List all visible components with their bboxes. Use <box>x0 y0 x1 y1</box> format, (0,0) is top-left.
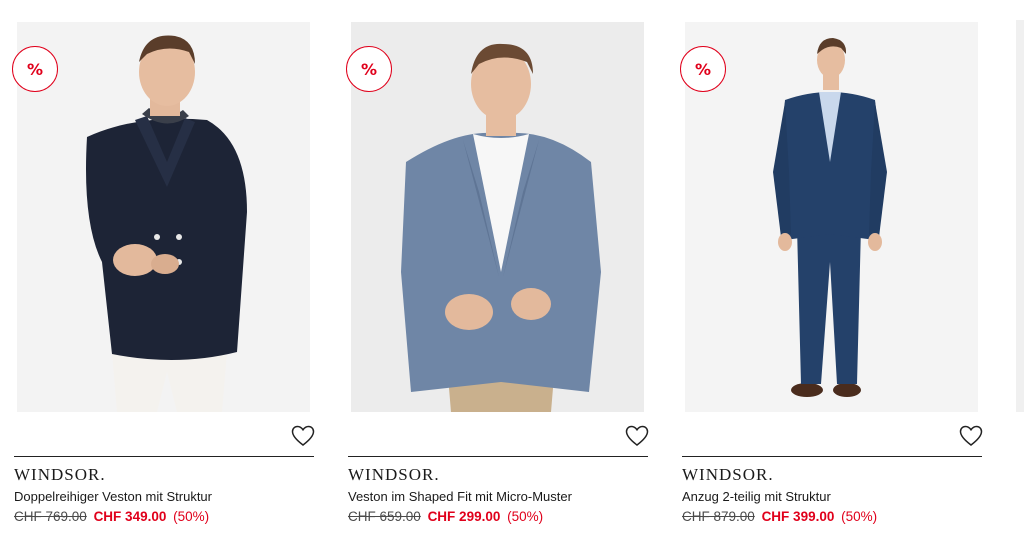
product-name[interactable]: Doppelreihiger Veston mit Struktur <box>14 489 212 504</box>
model-photo <box>401 43 601 412</box>
sale-badge[interactable]: % <box>680 46 726 92</box>
original-price: CHF 659.00 <box>348 509 421 524</box>
original-price: CHF 879.00 <box>682 509 755 524</box>
model-photo <box>773 38 887 397</box>
heart-outline-icon[interactable] <box>622 422 652 450</box>
heart-outline-icon[interactable] <box>956 422 986 450</box>
sale-price: CHF 399.00 <box>761 509 835 524</box>
divider <box>14 456 314 457</box>
divider <box>348 456 648 457</box>
brand-name[interactable]: WINDSOR. <box>682 465 774 485</box>
product-name[interactable]: Veston im Shaped Fit mit Micro-Muster <box>348 489 572 504</box>
next-card-edge <box>1016 20 1024 412</box>
product-image[interactable] <box>351 22 644 412</box>
sale-price: CHF 299.00 <box>427 509 501 524</box>
product-name[interactable]: Anzug 2-teilig mit Struktur <box>682 489 831 504</box>
product-card[interactable]: % WINDSOR. Anzug 2-teilig mit Struktur C… <box>680 0 1000 546</box>
discount-percent: (50%) <box>507 509 544 524</box>
product-image[interactable] <box>685 22 978 412</box>
price-row: CHF 769.00 CHF 349.00 (50%) <box>14 509 209 524</box>
original-price: CHF 769.00 <box>14 509 87 524</box>
price-row: CHF 659.00 CHF 299.00 (50%) <box>348 509 543 524</box>
discount-percent: (50%) <box>173 509 210 524</box>
product-card[interactable]: % WINDSOR. Veston im Shaped Fit mit Micr… <box>346 0 666 546</box>
brand-name[interactable]: WINDSOR. <box>348 465 440 485</box>
discount-percent: (50%) <box>841 509 878 524</box>
divider <box>682 456 982 457</box>
brand-name[interactable]: WINDSOR. <box>14 465 106 485</box>
sale-price: CHF 349.00 <box>93 509 167 524</box>
product-image[interactable] <box>17 22 310 412</box>
sale-badge[interactable]: % <box>12 46 58 92</box>
heart-outline-icon[interactable] <box>288 422 318 450</box>
model-photo <box>86 35 247 412</box>
product-card[interactable]: % WINDSOR. Doppelreihiger Veston mit Str… <box>12 0 332 546</box>
price-row: CHF 879.00 CHF 399.00 (50%) <box>682 509 877 524</box>
product-grid: % WINDSOR. Doppelreihiger Veston mit Str… <box>0 0 1024 546</box>
sale-badge[interactable]: % <box>346 46 392 92</box>
